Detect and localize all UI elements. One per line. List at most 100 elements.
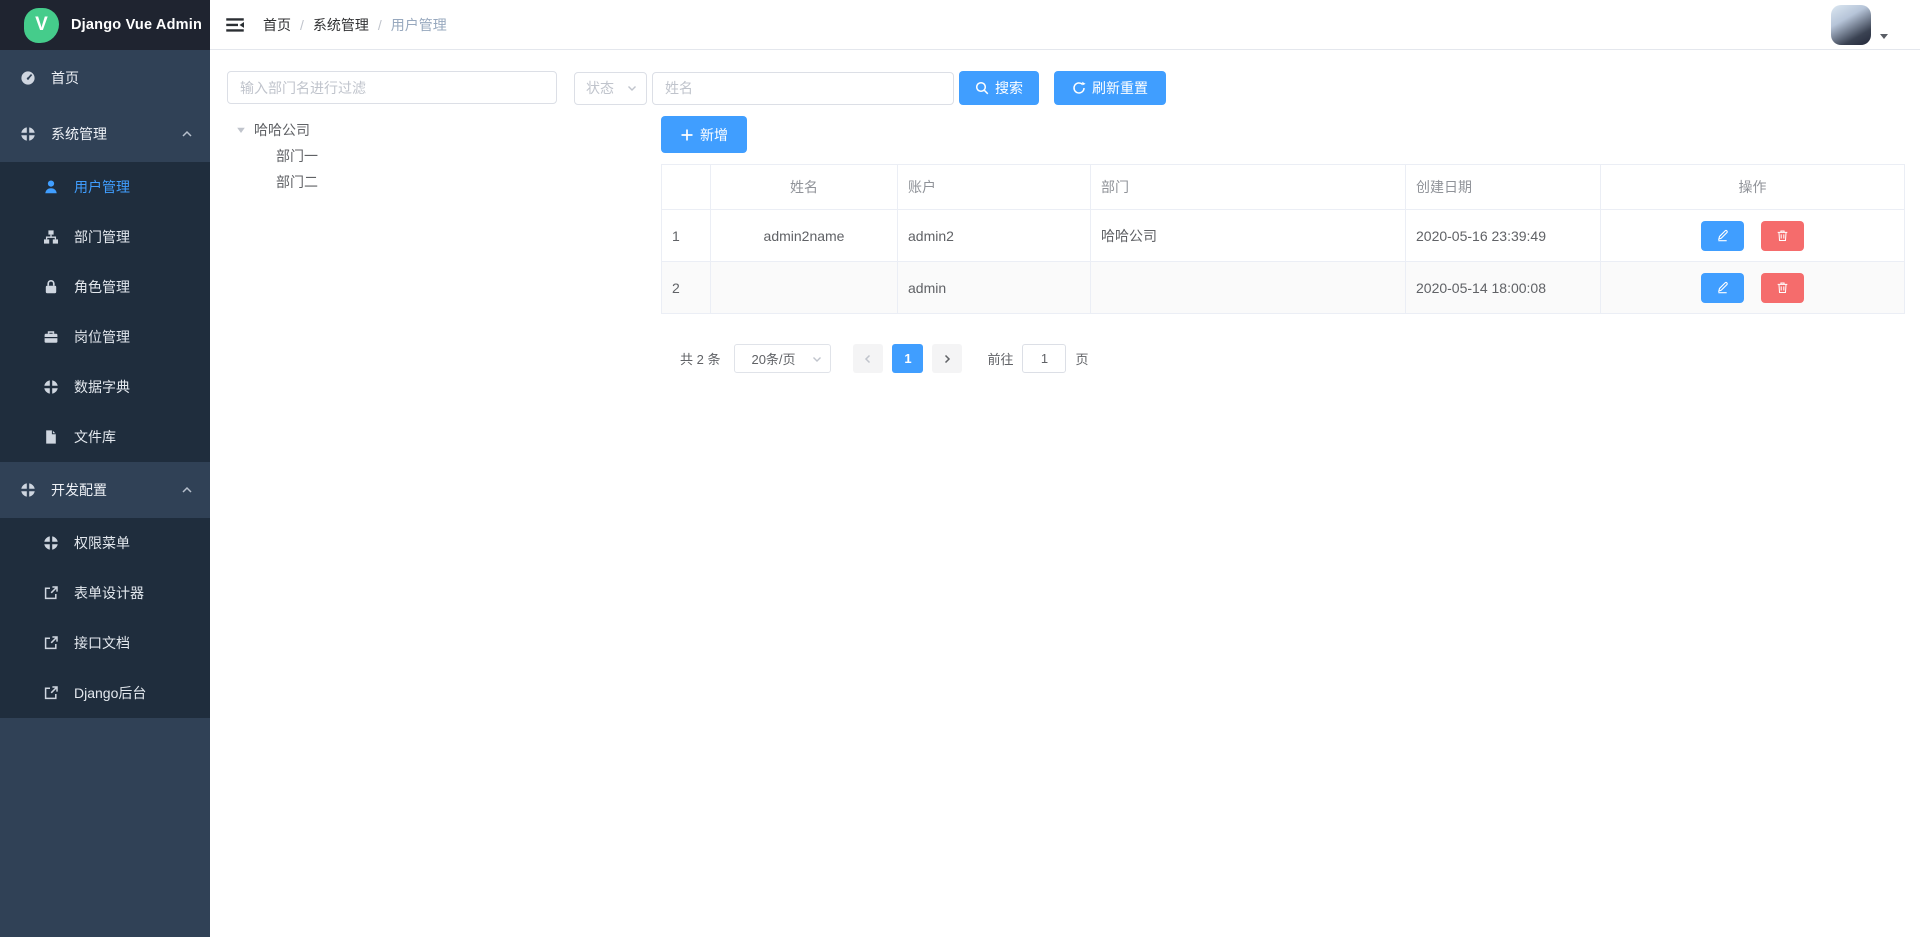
sidebar-group-dev-config-toggle[interactable]: 开发配置 <box>0 462 210 518</box>
sidebar-item-api-docs[interactable]: 接口文档 <box>0 618 210 668</box>
caret-down-icon[interactable] <box>236 125 246 135</box>
sidebar-item-permission-menu[interactable]: 权限菜单 <box>0 518 210 568</box>
tree-node-department-1[interactable]: 部门一 <box>227 143 557 169</box>
plus-icon <box>680 128 694 142</box>
refresh-button-label: 刷新重置 <box>1092 78 1148 98</box>
next-page-button[interactable] <box>932 344 962 373</box>
sidebar-group-label: 开发配置 <box>51 480 107 500</box>
status-select[interactable]: 状态 <box>574 72 647 105</box>
cell-index: 2 <box>662 262 711 314</box>
submenu-system-management: 用户管理 部门管理 角色管理 <box>0 162 210 462</box>
sidebar-menu: 首页 系统管理 用户管理 <box>0 50 210 718</box>
chevron-down-icon <box>626 82 638 94</box>
refresh-icon <box>1072 81 1086 95</box>
cell-name <box>711 262 898 314</box>
page-size-select[interactable]: 20条/页 <box>734 344 831 373</box>
cell-department: 哈哈公司 <box>1091 210 1406 262</box>
sidebar-item-label: 数据字典 <box>74 377 130 397</box>
cell-created: 2020-05-14 18:00:08 <box>1406 262 1601 314</box>
tree-node-company[interactable]: 哈哈公司 <box>227 117 557 143</box>
cell-actions <box>1601 210 1905 262</box>
breadcrumb-separator: / <box>378 17 382 33</box>
search-button[interactable]: 搜索 <box>959 71 1039 105</box>
briefcase-icon <box>43 329 59 345</box>
edit-button[interactable] <box>1701 221 1744 251</box>
department-filter-input[interactable] <box>227 71 557 104</box>
tree-node-label: 部门一 <box>276 146 318 166</box>
column-header-department: 部门 <box>1091 165 1406 210</box>
goto-label: 前往 <box>987 349 1013 368</box>
users-table: 姓名 账户 部门 创建日期 操作 1 admin2name ad <box>661 164 1905 314</box>
chevron-left-icon <box>862 353 874 365</box>
external-link-icon <box>43 635 59 651</box>
table-row: 2 admin 2020-05-14 18:00:08 <box>662 262 1905 314</box>
refresh-reset-button[interactable]: 刷新重置 <box>1054 71 1166 105</box>
column-header-account: 账户 <box>898 165 1091 210</box>
page-size-value: 20条/页 <box>751 349 795 368</box>
sidebar-item-label: Django后台 <box>74 683 146 703</box>
sidebar-item-data-dictionary[interactable]: 数据字典 <box>0 362 210 412</box>
breadcrumb: 首页 / 系统管理 / 用户管理 <box>263 15 447 35</box>
table-toolbar: 新增 <box>661 116 1905 153</box>
main-area: 首页 / 系统管理 / 用户管理 <box>210 0 1920 937</box>
breadcrumb-home[interactable]: 首页 <box>263 15 291 35</box>
user-avatar[interactable] <box>1831 5 1871 45</box>
department-panel: 哈哈公司 部门一 部门二 <box>227 71 557 937</box>
cell-index: 1 <box>662 210 711 262</box>
cell-account: admin2 <box>898 210 1091 262</box>
cell-name: admin2name <box>711 210 898 262</box>
component-icon <box>20 482 36 498</box>
app-logo[interactable]: V Django Vue Admin <box>0 0 210 50</box>
user-icon <box>43 179 59 195</box>
topbar: 首页 / 系统管理 / 用户管理 <box>210 0 1920 50</box>
external-link-icon <box>43 685 59 701</box>
delete-button[interactable] <box>1761 221 1804 251</box>
sidebar-item-user-management[interactable]: 用户管理 <box>0 162 210 212</box>
column-header-actions: 操作 <box>1601 165 1905 210</box>
tree-node-department-2[interactable]: 部门二 <box>227 169 557 195</box>
sidebar-group-dev-config: 开发配置 权限菜单 <box>0 462 210 718</box>
add-button[interactable]: 新增 <box>661 116 747 153</box>
name-filter-input[interactable] <box>652 72 954 105</box>
edit-button[interactable] <box>1701 273 1744 303</box>
component-icon <box>20 126 36 142</box>
goto-unit-label: 页 <box>1075 349 1088 368</box>
add-button-label: 新增 <box>700 125 728 145</box>
sidebar-group-system-management-toggle[interactable]: 系统管理 <box>0 106 210 162</box>
sidebar-item-django-admin[interactable]: Django后台 <box>0 668 210 718</box>
user-menu[interactable] <box>1831 5 1890 45</box>
sidebar-item-department-management[interactable]: 部门管理 <box>0 212 210 262</box>
sidebar-item-label: 岗位管理 <box>74 327 130 347</box>
page-number-1[interactable]: 1 <box>892 344 923 373</box>
component-icon <box>43 379 59 395</box>
table-row: 1 admin2name admin2 哈哈公司 2020-05-16 23:3… <box>662 210 1905 262</box>
logo-icon: V <box>24 8 59 43</box>
delete-button[interactable] <box>1761 273 1804 303</box>
sidebar-item-label: 文件库 <box>74 427 116 447</box>
sidebar-fold-icon[interactable] <box>225 15 245 35</box>
department-tree: 哈哈公司 部门一 部门二 <box>227 117 557 195</box>
search-filter-bar: 状态 搜索 <box>574 71 1905 105</box>
sidebar-item-form-designer[interactable]: 表单设计器 <box>0 568 210 618</box>
sidebar-item-file-library[interactable]: 文件库 <box>0 412 210 462</box>
edit-icon <box>1716 281 1729 294</box>
cell-created: 2020-05-16 23:39:49 <box>1406 210 1601 262</box>
chevron-up-icon <box>181 484 193 496</box>
column-header-index <box>662 165 711 210</box>
component-icon <box>43 535 59 551</box>
sidebar-item-label: 首页 <box>51 68 79 88</box>
sidebar-item-label: 用户管理 <box>74 177 130 197</box>
sidebar-item-role-management[interactable]: 角色管理 <box>0 262 210 312</box>
goto-page-input[interactable] <box>1022 344 1066 373</box>
cell-actions <box>1601 262 1905 314</box>
sidebar-item-post-management[interactable]: 岗位管理 <box>0 312 210 362</box>
breadcrumb-current: 用户管理 <box>391 15 447 35</box>
breadcrumb-system-management[interactable]: 系统管理 <box>313 15 369 35</box>
sidebar-group-system-management: 系统管理 用户管理 <box>0 106 210 462</box>
sidebar-item-label: 部门管理 <box>74 227 130 247</box>
sidebar-item-home[interactable]: 首页 <box>0 50 210 106</box>
prev-page-button[interactable] <box>853 344 883 373</box>
edit-icon <box>1716 229 1729 242</box>
breadcrumb-separator: / <box>300 17 304 33</box>
table-header-row: 姓名 账户 部门 创建日期 操作 <box>662 165 1905 210</box>
